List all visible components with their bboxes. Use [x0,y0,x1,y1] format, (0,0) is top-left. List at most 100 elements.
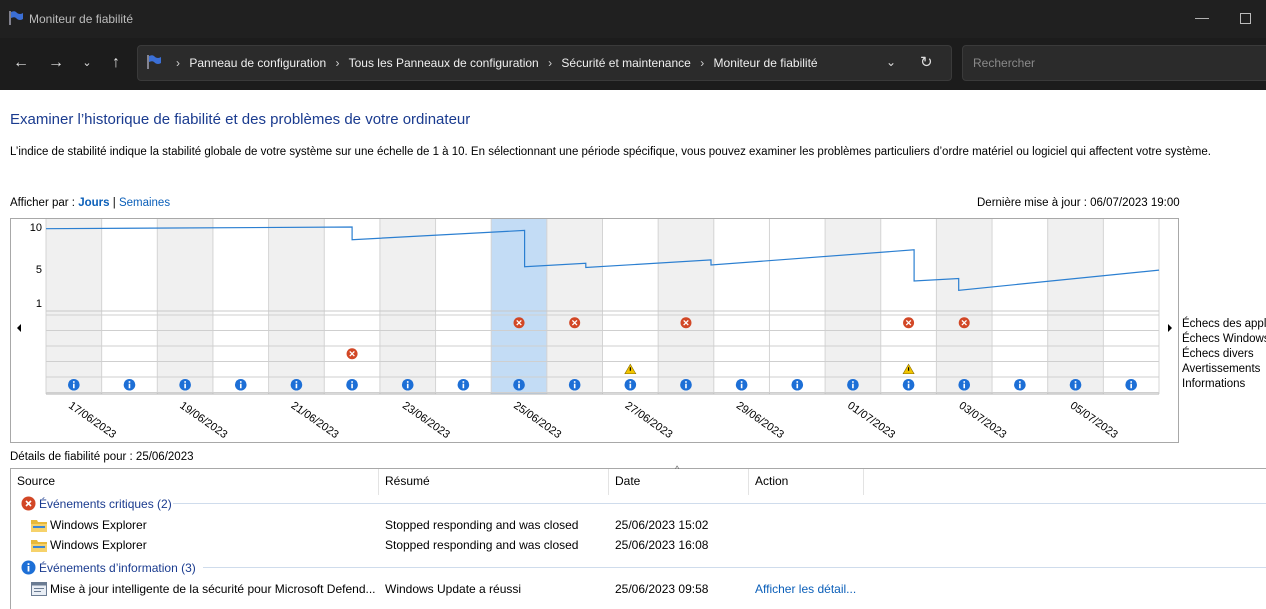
legend-misc-failures: Échecs divers [1182,348,1254,360]
y-tick-label: 10 [30,222,42,234]
search-input[interactable] [971,55,1255,71]
y-tick-label: 5 [36,264,42,276]
table-row[interactable]: Windows Explorer Stopped responding and … [11,535,1266,555]
info-icon-dot [796,381,799,383]
row-summary: Stopped responding and was closed [385,538,579,552]
y-tick-label: 1 [36,298,42,310]
table-row[interactable]: Windows Explorer Stopped responding and … [11,515,1266,535]
info-icon-mark [1130,383,1132,389]
window-title: Moniteur de fiabilité [29,12,134,26]
info-icon-dot [907,381,910,383]
legend-warnings: Avertissements [1182,363,1261,375]
info-icon-mark [685,383,687,389]
group-information-title: Événements d’information (3) [39,561,196,575]
chart-column[interactable] [379,219,436,394]
info-icon-dot [518,381,520,383]
view-weeks-link[interactable]: Semaines [119,197,170,209]
x-tick-label: 19/06/2023 [177,400,229,441]
info-icon-dot [629,381,632,383]
info-icon-dot [1019,381,1021,383]
chart-column[interactable] [1047,219,1104,394]
breadcrumb-all-control-panels[interactable]: Tous les Panneaux de configuration [349,56,539,70]
group-critical-title: Événements critiques (2) [39,497,172,511]
chart-column[interactable] [212,219,269,394]
stability-chart[interactable]: 10 5 1 17/06/2023 19/06/2023 21/06/2023 23/06/… [10,218,1179,443]
breadcrumb-security-maintenance[interactable]: Sécurité et maintenance [561,56,690,70]
chevron-right-icon[interactable]: › [548,56,552,70]
chart-column[interactable] [435,219,492,394]
forward-button[interactable]: → [45,52,67,74]
x-tick-label: 29/06/2023 [734,400,786,441]
page-title: Examiner l’historique de fiabilité et de… [10,111,471,128]
x-tick-label: 23/06/2023 [400,400,452,441]
address-bar[interactable]: › Panneau de configuration › Tous les Pa… [137,45,952,81]
scroll-right-icon[interactable] [1168,324,1172,332]
info-icon-dot [239,381,242,383]
up-button[interactable]: ↑ [105,52,127,74]
breadcrumb-reliability-monitor[interactable]: Moniteur de fiabilité [714,56,818,70]
warning-icon-mark [907,367,910,371]
chevron-right-icon[interactable]: › [700,56,704,70]
info-icon-dot [740,381,743,383]
chart-column[interactable] [713,219,770,394]
x-tick-label: 21/06/2023 [289,400,341,441]
flag-icon [9,11,23,25]
flag-icon [147,55,161,69]
search-box[interactable] [962,45,1266,81]
view-separator: | [112,197,116,209]
minimize-button[interactable]: — [1192,9,1212,29]
chart-column[interactable] [769,219,826,394]
legend-app-failures: Échecs des applications [1182,318,1266,330]
column-source[interactable]: Source [11,469,379,495]
x-tick-label: 05/07/2023 [1068,400,1120,441]
chart-column[interactable] [157,219,213,394]
legend-windows-failures: Échecs Windows [1182,333,1266,345]
last-update: Dernière mise à jour : 06/07/2023 19:00 [977,197,1180,209]
x-tick-label: 03/07/2023 [957,400,1009,441]
recent-locations-button[interactable]: ⌄ [76,52,98,74]
critical-icon [21,496,36,511]
chart-column[interactable] [324,219,380,394]
chart-column[interactable] [825,219,881,394]
view-details-link[interactable]: Afficher les détail... [755,582,856,596]
info-icon-mark [239,383,242,389]
group-information-events[interactable]: Événements d’information (3) [21,560,196,575]
stability-chart-svg[interactable]: 10 5 1 17/06/2023 19/06/2023 21/06/2023 23/06/… [11,219,1178,442]
column-action[interactable]: Action [749,469,864,495]
chart-column[interactable] [1103,219,1159,394]
chart-column[interactable] [46,219,102,394]
chart-column[interactable] [936,219,993,394]
chart-column[interactable] [546,219,603,394]
chart-column[interactable] [992,219,1048,394]
table-row[interactable]: Mise à jour intelligente de la sécurité … [11,579,1266,599]
info-icon-mark [73,383,75,389]
info-icon-dot [573,381,576,383]
chart-column[interactable] [658,219,714,394]
back-button[interactable]: ← [10,52,32,74]
breadcrumb-control-panel[interactable]: Panneau de configuration [189,56,326,70]
refresh-icon[interactable]: ↻ [920,53,933,71]
scroll-left-icon[interactable] [17,324,21,332]
group-critical-events[interactable]: Événements critiques (2) [21,496,172,511]
maximize-button[interactable] [1240,13,1251,24]
view-days-link[interactable]: Jours [78,197,109,209]
x-tick-label: 25/06/2023 [511,400,563,441]
x-tick-label: 17/06/2023 [66,400,118,441]
info-icon-dot [73,381,75,383]
info-icon-mark [796,383,799,389]
address-dropdown-icon[interactable]: ⌄ [886,55,896,69]
chart-column[interactable] [491,219,547,394]
info-icon-mark [1074,383,1077,389]
chart-column[interactable] [268,219,325,394]
info-icon-mark [462,383,465,389]
row-source: Windows Explorer [31,518,147,532]
chart-legend: Échecs des applications Échecs Windows É… [1182,317,1266,392]
navigation-bar: ← → ⌄ ↑ › Panneau de configuration › Tou… [0,38,1266,90]
chevron-right-icon: › [176,56,180,70]
chevron-right-icon[interactable]: › [335,56,339,70]
column-summary[interactable]: Résumé [379,469,609,495]
chart-column[interactable] [101,219,158,394]
info-icon-mark [406,383,409,389]
info-icon-mark [740,383,743,389]
details-table: Source Résumé Date Action ^ Événements c… [10,464,1266,609]
